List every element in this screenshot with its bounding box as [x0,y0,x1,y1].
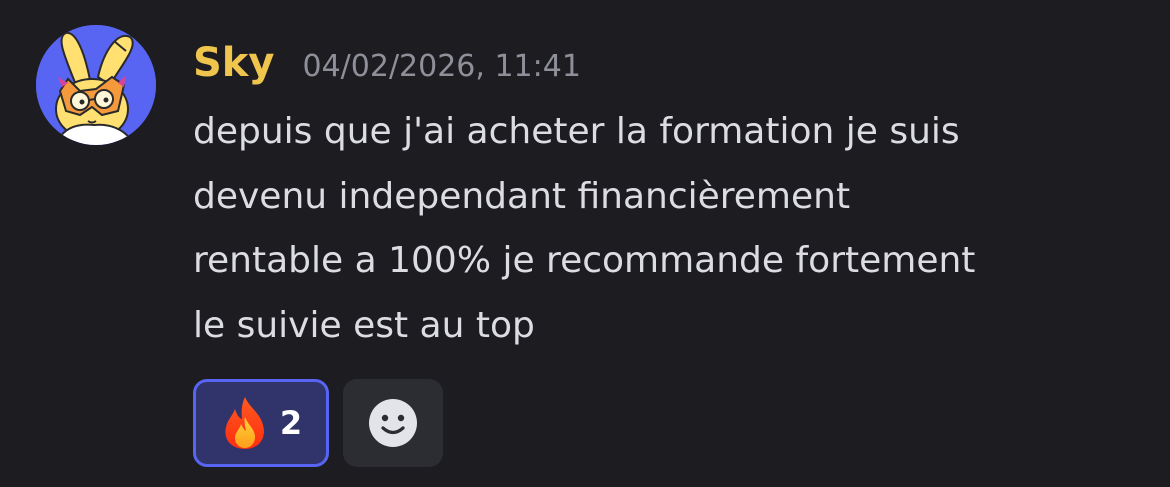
reaction-count: 2 [279,404,303,442]
fire-icon [225,397,264,449]
avatar[interactable] [36,25,156,145]
fire-reaction-button[interactable]: 2 [193,379,329,467]
message-line: rentable a 100% je recommande fortement [193,240,976,281]
message-line: depuis que j'ai acheter la formation je … [193,111,960,152]
bunny-avatar-icon [36,25,156,145]
message-header: Sky 04/02/2026, 11:41 [193,35,581,91]
add-reaction-button[interactable] [343,379,443,467]
reaction-bar: 2 [193,379,443,467]
timestamp: 04/02/2026, 11:41 [302,49,581,84]
add-reaction-icon [369,399,417,447]
message-line: devenu independant financièrement [193,175,851,217]
message-line: le suivie est au top [193,304,535,346]
message-content: depuis que j'ai acheter la formation je … [193,100,1153,358]
username[interactable]: Sky [193,35,274,91]
chat-message: Sky 04/02/2026, 11:41 depuis que j'ai ac… [0,0,1170,487]
